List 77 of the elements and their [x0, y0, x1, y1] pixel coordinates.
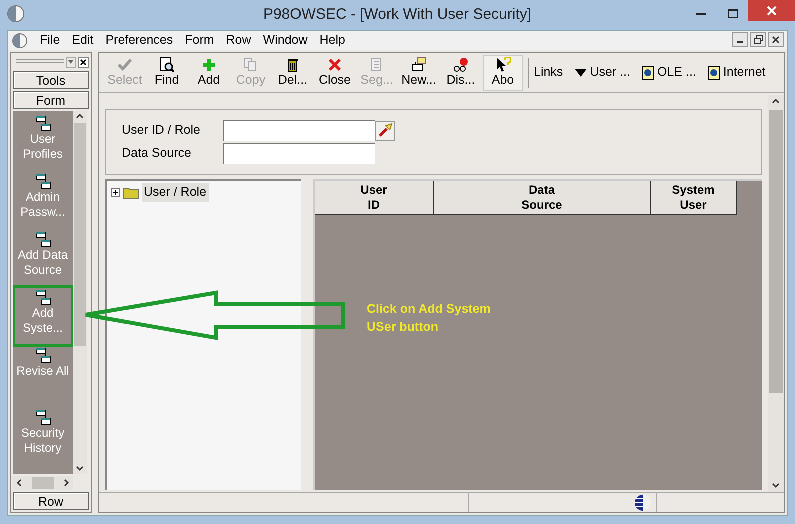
- close-button[interactable]: [768, 32, 784, 47]
- folder-icon: [123, 186, 139, 199]
- field-label: Data Source: [122, 145, 192, 162]
- close-icon: [766, 6, 776, 16]
- toolbar-button[interactable]: Abo: [483, 54, 523, 90]
- minimize-button[interactable]: [732, 32, 748, 47]
- minimize-icon: [737, 41, 743, 43]
- toolbar-button[interactable]: Add: [189, 54, 229, 90]
- dropdown-arrow-icon: [575, 68, 588, 76]
- menu-item[interactable]: Preferences: [106, 31, 174, 50]
- about-icon: [495, 57, 511, 73]
- sidebar-button[interactable]: Form: [13, 91, 89, 109]
- form-exit-icon: [34, 347, 52, 364]
- document-globe-icon: [642, 66, 654, 80]
- display-icon: [453, 57, 469, 73]
- menu-item[interactable]: Form: [185, 31, 214, 50]
- restore-button[interactable]: [750, 32, 766, 47]
- column-header[interactable]: Data Source: [434, 181, 651, 214]
- menu-item[interactable]: Edit: [72, 31, 94, 50]
- scroll-down-icon[interactable]: [772, 483, 780, 489]
- minimize-icon: [696, 12, 706, 14]
- form-exit-icon: [34, 115, 52, 132]
- grip-icon: [16, 59, 64, 65]
- copy-icon: [243, 57, 259, 73]
- toolbar-button[interactable]: Dis...: [441, 54, 481, 90]
- field-label: User ID / Role: [122, 122, 202, 140]
- toolbar-button[interactable]: Close: [315, 54, 355, 90]
- column-header[interactable]: System User: [651, 181, 737, 214]
- scroll-up-icon[interactable]: [76, 113, 84, 119]
- link-button[interactable]: Internet: [708, 63, 766, 82]
- menu-item[interactable]: Help: [320, 31, 346, 50]
- toolbar-button[interactable]: Find: [147, 54, 187, 90]
- input-field[interactable]: [223, 120, 375, 141]
- window-title: P98OWSEC - [Work With User Security]: [263, 4, 532, 25]
- close-icon: [327, 57, 343, 73]
- annotation-text: Click on Add System USer button: [367, 301, 491, 336]
- form-exit-icon: [34, 173, 52, 190]
- close-icon: [772, 36, 780, 44]
- close-button[interactable]: [78, 56, 89, 68]
- document-globe-icon: [708, 66, 720, 80]
- menu-item[interactable]: Window: [263, 31, 308, 50]
- toolbar-button[interactable]: New...: [399, 54, 439, 90]
- sidebar-button[interactable]: Tools: [13, 71, 89, 89]
- delete-icon: [285, 57, 301, 73]
- add-icon: [201, 57, 217, 73]
- form-exit-icon: [34, 289, 52, 306]
- sidebar-button[interactable]: Row: [13, 492, 89, 510]
- scroll-up-icon[interactable]: [772, 98, 780, 104]
- restore-icon: [754, 35, 762, 44]
- find-icon: [159, 57, 175, 73]
- caret-icon: [68, 60, 74, 64]
- scroll-right-icon[interactable]: [64, 479, 70, 487]
- maximize-icon: [728, 8, 738, 18]
- form-exit-icon: [34, 231, 52, 248]
- select-icon: [117, 57, 133, 73]
- toolbar-button[interactable]: Del...: [273, 54, 313, 90]
- column-header[interactable]: User ID: [315, 181, 434, 214]
- flashlight-icon: [378, 123, 392, 138]
- links-label: Links: [534, 64, 564, 82]
- app-globe-icon: [7, 5, 25, 23]
- menu-item[interactable]: File: [40, 31, 60, 50]
- input-field[interactable]: [223, 143, 375, 164]
- dropdown-button[interactable]: [66, 56, 76, 68]
- link-button[interactable]: OLE ...: [642, 63, 696, 82]
- tree-node[interactable]: User / Role: [111, 183, 301, 202]
- form-exit-icon: [34, 409, 52, 426]
- scroll-down-icon[interactable]: [76, 466, 84, 472]
- menu-item[interactable]: Row: [226, 31, 252, 50]
- new-icon: [411, 57, 427, 73]
- link-button[interactable]: User ...: [575, 63, 630, 82]
- close-icon: [80, 58, 87, 66]
- visual-assist-button[interactable]: [375, 120, 395, 140]
- scrollbar[interactable]: [73, 111, 87, 474]
- scrollbar[interactable]: [768, 95, 784, 492]
- scroll-left-icon[interactable]: [16, 479, 22, 487]
- scrollbar[interactable]: [13, 476, 73, 490]
- expand-icon[interactable]: [111, 188, 120, 197]
